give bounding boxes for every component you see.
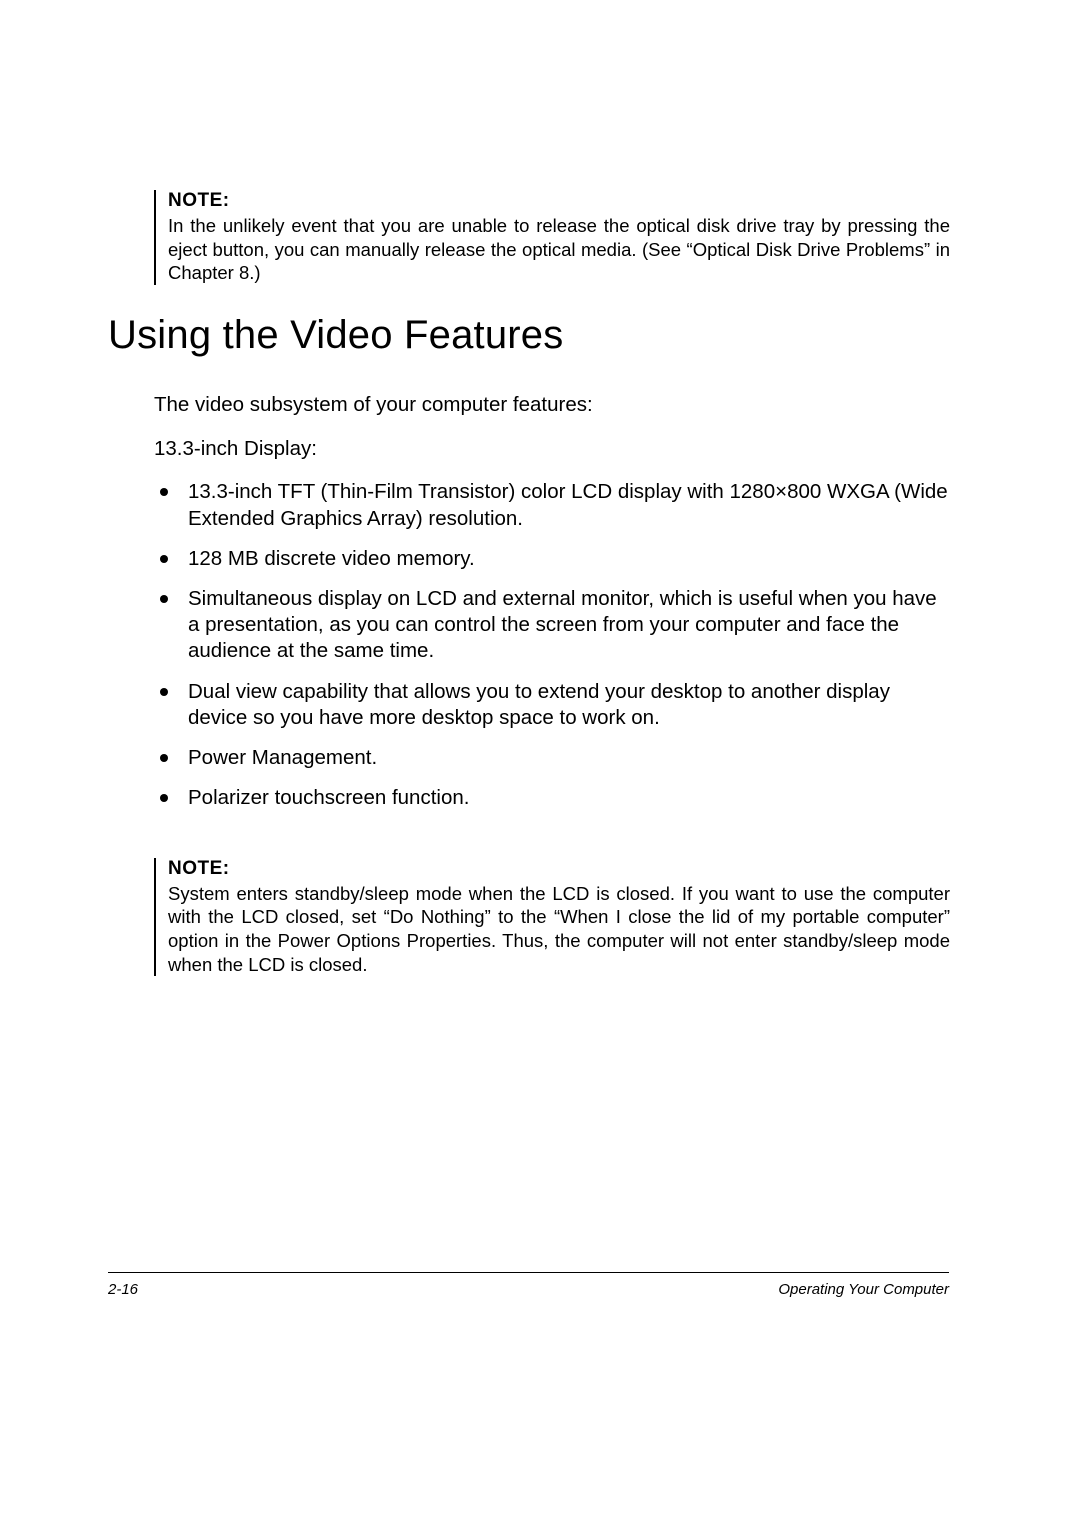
- note-top: NOTE: In the unlikely event that you are…: [154, 190, 950, 285]
- list-item-text: Simultaneous display on LCD and external…: [188, 586, 950, 665]
- list-item: Polarizer touchscreen function.: [154, 785, 950, 811]
- list-item: 128 MB discrete video memory.: [154, 546, 950, 572]
- list-item: Dual view capability that allows you to …: [154, 679, 950, 731]
- page-footer: 2-16 Operating Your Computer: [108, 1272, 949, 1298]
- list-item: Simultaneous display on LCD and external…: [154, 586, 950, 665]
- bullet-icon: [160, 555, 168, 563]
- bullet-icon: [160, 754, 168, 762]
- footer-title: Operating Your Computer: [778, 1281, 949, 1298]
- list-item-text: Dual view capability that allows you to …: [188, 679, 950, 731]
- list-item: 13.3-inch TFT (Thin-Film Transistor) col…: [154, 479, 950, 531]
- note-text: System enters standby/sleep mode when th…: [168, 882, 950, 977]
- note-label: NOTE:: [168, 190, 950, 212]
- list-item-text: 13.3-inch TFT (Thin-Film Transistor) col…: [188, 479, 950, 531]
- bullet-icon: [160, 595, 168, 603]
- feature-list: 13.3-inch TFT (Thin-Film Transistor) col…: [154, 479, 950, 811]
- intro-paragraph: The video subsystem of your computer fea…: [154, 392, 950, 418]
- footer-rule: [108, 1272, 949, 1273]
- list-item-text: Polarizer touchscreen function.: [188, 785, 950, 811]
- note-label: NOTE:: [168, 858, 950, 880]
- bullet-icon: [160, 488, 168, 496]
- note-text: In the unlikely event that you are unabl…: [168, 214, 950, 285]
- list-item: Power Management.: [154, 745, 950, 771]
- list-item-text: Power Management.: [188, 745, 950, 771]
- bullet-icon: [160, 688, 168, 696]
- document-page: NOTE: In the unlikely event that you are…: [0, 0, 1080, 1525]
- note-bottom: NOTE: System enters standby/sleep mode w…: [154, 858, 950, 977]
- page-number: 2-16: [108, 1281, 138, 1298]
- subheading: 13.3-inch Display:: [154, 436, 950, 462]
- list-item-text: 128 MB discrete video memory.: [188, 546, 950, 572]
- bullet-icon: [160, 794, 168, 802]
- section-heading: Using the Video Features: [108, 313, 950, 358]
- body-content: The video subsystem of your computer fea…: [154, 392, 950, 976]
